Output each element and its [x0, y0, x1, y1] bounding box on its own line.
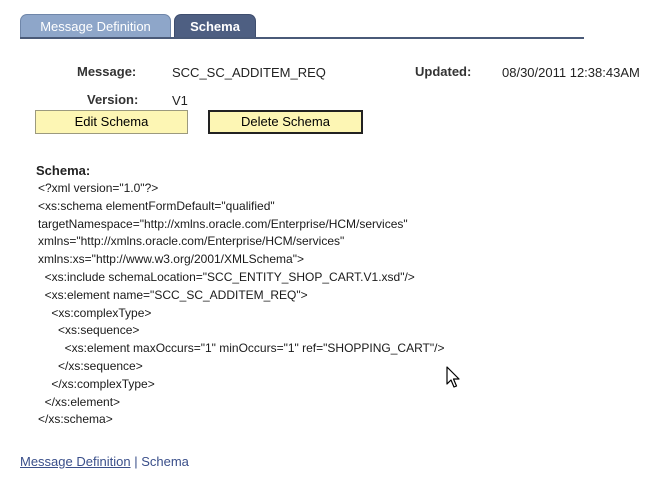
edit-schema-button[interactable]: Edit Schema: [35, 110, 188, 134]
updated-label: Updated:: [415, 64, 472, 79]
schema-content: <?xml version="1.0"?> <xs:schema element…: [38, 180, 444, 429]
schema-line: </xs:schema>: [38, 412, 113, 427]
mouse-pointer-icon: [446, 366, 460, 388]
schema-line: <?xml version="1.0"?>: [38, 181, 159, 195]
delete-schema-button[interactable]: Delete Schema: [208, 110, 363, 134]
schema-line: <xs:schema elementFormDefault="qualified…: [38, 198, 275, 213]
tab-message-definition[interactable]: Message Definition: [20, 14, 171, 37]
version-value: V1: [172, 93, 188, 108]
footer-nav: Message Definition | Schema: [20, 454, 189, 469]
version-label: Version:: [87, 92, 139, 107]
updated-value: 08/30/2011 12:38:43AM: [502, 65, 640, 80]
schema-line: </xs:element>: [38, 394, 121, 409]
message-label: Message:: [77, 64, 137, 79]
schema-line: xmlns="http://xmlns.oracle.com/Enterpris…: [38, 234, 345, 249]
schema-line: <xs:include schemaLocation="SCC_ENTITY_S…: [38, 269, 415, 284]
footer-separator: |: [134, 454, 138, 469]
footer-current-schema: Schema: [141, 454, 189, 469]
schema-line: </xs:complexType>: [38, 376, 155, 391]
schema-label: Schema:: [36, 163, 91, 178]
message-definition-link[interactable]: Message Definition: [20, 454, 131, 469]
schema-line: </xs:sequence>: [38, 358, 143, 373]
schema-line: <xs:element name="SCC_SC_ADDITEM_REQ">: [38, 287, 308, 302]
tab-bar: Message Definition Schema: [20, 14, 584, 39]
schema-line: <xs:sequence>: [38, 323, 140, 338]
schema-line: <xs:element maxOccurs="1" minOccurs="1" …: [38, 341, 445, 356]
schema-line: targetNamespace="http://xmlns.oracle.com…: [38, 216, 408, 231]
message-value: SCC_SC_ADDITEM_REQ: [172, 65, 326, 80]
schema-line: xmlns:xs="http://www.w3.org/2001/XMLSche…: [38, 252, 304, 267]
tab-schema[interactable]: Schema: [174, 14, 256, 37]
schema-line: <xs:complexType>: [38, 305, 152, 320]
